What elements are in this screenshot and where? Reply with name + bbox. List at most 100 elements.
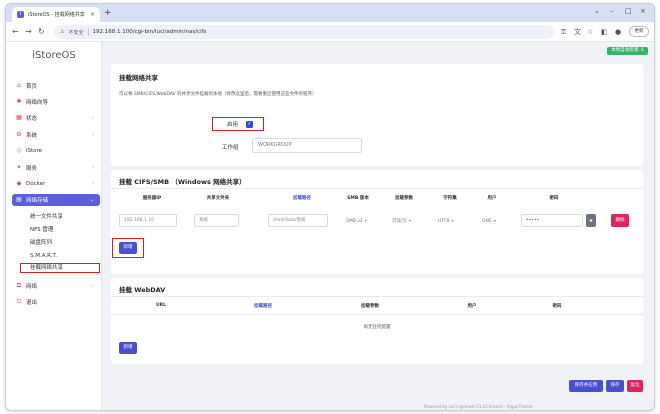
docker-icon: ◆ [16, 180, 22, 187]
col-share-folder: 共享文件夹 [206, 196, 230, 201]
page-description: 可以将 SMB/CIFS,WebDAV 的共享文件挂载到本地（修改这里后，需要重… [119, 92, 317, 97]
address-bar: ← → ↻ ⚠ 不安全 192.168.1.100/cgi-bin/luci/a… [6, 22, 654, 42]
footer-text: Powered by LuCI openwrt-21.02 branch · A… [424, 404, 533, 409]
chevron-down-icon: ▾ [409, 218, 412, 223]
cifs-card: 挂载 CIFS/SMB （Windows 网络共享） 服务器IP 共享文件夹 挂… [111, 170, 643, 274]
split-view-icon[interactable]: ◧ [601, 27, 608, 37]
status-icon: ▦ [16, 114, 22, 121]
sidebar-item-docker[interactable]: ◆ Docker › [12, 178, 100, 190]
sidebar-item-status[interactable]: ▦ 状态 › [12, 112, 100, 124]
tab-strip: i iStoreOS - 挂载网络共享 - LuCI × + ⌄ – □ × [6, 4, 654, 22]
server-ip-input[interactable]: 192.168.1.10 [119, 214, 177, 227]
favicon-icon: i [17, 11, 24, 18]
col-mount-params: 挂载参数 [395, 196, 413, 201]
share-settings-card: 挂载网络共享 可以将 SMB/CIFS,WebDAV 的共享文件挂载到本地（修改… [111, 64, 643, 166]
col-url: URL [156, 303, 166, 308]
forward-icon[interactable]: → [25, 26, 32, 38]
smb-version-select[interactable]: SMB v2 ▾ [346, 214, 367, 227]
col-user: 用户 [487, 196, 497, 201]
workgroup-label: 工作组 [222, 145, 239, 151]
workgroup-input[interactable]: WORKGROUP [252, 138, 362, 153]
col-mount-path[interactable]: 挂载路径 [282, 195, 322, 201]
chevron-down-icon: ▾ [451, 218, 454, 223]
enable-checkbox[interactable]: ✓ [246, 120, 254, 128]
webdav-empty-text: 尚无任何配置 [363, 325, 391, 330]
main-content: 本地自动检测: 6 挂载网络共享 可以将 SMB/CIFS,WebDAV 的共享… [102, 42, 654, 410]
istore-icon: ◇ [16, 147, 22, 154]
sidebar-sub-network-share[interactable]: 挂载网络共享 [20, 263, 100, 273]
new-tab-icon[interactable]: + [104, 7, 112, 19]
mount-params-select[interactable]: 可读/写 ▾ [392, 214, 411, 227]
back-icon[interactable]: ← [12, 26, 19, 38]
chevron-down-icon: ⌄ [89, 197, 94, 203]
col-charset: 字符集 [443, 196, 457, 201]
mount-path-input[interactable]: /mnt/data/系统 [268, 214, 328, 227]
chevron-right-icon: › [92, 283, 94, 289]
url-text: 192.168.1.100/cgi-bin/luci/admin/nas/cif… [92, 29, 207, 35]
sidebar-item-istore[interactable]: ◇ iStore [12, 145, 100, 157]
status-badge: 本地自动检测: 6 [607, 47, 648, 55]
chevron-right-icon: › [92, 132, 94, 138]
cifs-section-title: 挂载 CIFS/SMB （Windows 网络共享） [119, 178, 246, 186]
close-tab-icon[interactable]: × [90, 11, 95, 18]
chevron-down-icon: ▾ [493, 218, 496, 223]
sidebar: iStoreOS ⌂ 首页 ✱ 网络向导 ▦ 状态 › ⚙ 系统 › ◇ iSt… [6, 42, 102, 410]
sidebar-item-services[interactable]: ✦ 服务 › [12, 162, 100, 174]
user-input[interactable]: ONE ▾ [482, 214, 496, 227]
services-icon: ✦ [16, 164, 22, 171]
password-input[interactable]: ••••• [521, 214, 583, 227]
logout-icon: ⏻ [16, 298, 22, 305]
col-webdav-user: 用户 [467, 304, 477, 309]
enable-label: 启用 [227, 122, 239, 128]
page-title: 挂载网络共享 [119, 74, 158, 82]
sidebar-sub-nfs[interactable]: NFS 管理 [26, 225, 98, 235]
sidebar-item-wizard[interactable]: ✱ 网络向导 [12, 96, 100, 108]
sidebar-sub-raid[interactable]: 磁盘阵列 [26, 238, 98, 248]
minimize-icon[interactable]: – [610, 7, 614, 15]
webdav-card: 挂载 WebDAV URL 挂载路径 挂载参数 用户 密码 尚无任何配置 新增 [111, 278, 643, 364]
add-webdav-button[interactable]: 新增 [119, 342, 137, 354]
sidebar-item-system[interactable]: ⚙ 系统 › [12, 129, 100, 141]
chevron-down-icon: ▾ [364, 218, 367, 223]
update-button[interactable]: 更新 [629, 26, 649, 37]
sidebar-item-nas[interactable]: ▤ 网络存储 ⌄ [12, 194, 100, 206]
chevron-down-icon[interactable]: ⌄ [594, 7, 600, 15]
col-password: 密码 [549, 196, 559, 201]
browser-window: i iStoreOS - 挂载网络共享 - LuCI × + ⌄ – □ × ←… [5, 3, 655, 411]
sidebar-item-network[interactable]: ⧉ 网络 › [12, 280, 100, 292]
sidebar-sub-unified-share[interactable]: 统一文件共享 [26, 212, 98, 222]
url-box[interactable]: ⚠ 不安全 192.168.1.100/cgi-bin/luci/admin/n… [54, 25, 554, 39]
col-smb-version: SMB 版本 [347, 196, 369, 201]
warning-icon: ⚠ [60, 29, 65, 35]
browser-tab[interactable]: i iStoreOS - 挂载网络共享 - LuCI × [12, 7, 100, 22]
save-apply-button[interactable]: 保存并应用 [569, 380, 603, 392]
tab-title: iStoreOS - 挂载网络共享 - LuCI [28, 12, 86, 18]
enable-row: 启用 ✓ [212, 117, 264, 131]
sidebar-sub-smart[interactable]: S.M.A.R.T. [26, 251, 98, 261]
save-button[interactable]: 保存 [606, 380, 624, 392]
maximize-icon[interactable]: □ [625, 7, 632, 15]
col-webdav-mount-path[interactable]: 挂载路径 [243, 303, 283, 309]
reload-icon[interactable]: ↻ [38, 26, 45, 38]
chevron-right-icon: › [92, 115, 94, 121]
share-folder-input[interactable]: 系统 [194, 214, 239, 227]
network-icon: ⧉ [16, 282, 22, 289]
col-webdav-password: 密码 [552, 304, 562, 309]
home-icon: ⌂ [17, 82, 21, 89]
insecure-label: 不安全 [68, 29, 84, 36]
col-server-ip: 服务器IP [142, 196, 162, 201]
reset-button[interactable]: 复位 [627, 380, 643, 392]
sidebar-item-home[interactable]: ⌂ 首页 [12, 80, 100, 92]
key-icon[interactable]: ⚿ [561, 27, 566, 37]
chevron-right-icon: › [92, 181, 94, 187]
charset-select[interactable]: UTF8 ▾ [438, 214, 454, 227]
star-icon[interactable]: ☆ [587, 27, 593, 37]
delete-row-button[interactable]: 删除 [611, 214, 629, 227]
brand-logo: iStoreOS [32, 50, 76, 61]
profile-icon[interactable]: ● [615, 27, 621, 37]
sidebar-item-logout[interactable]: ⏻ 退出 [12, 296, 100, 308]
reveal-password-icon[interactable]: ✱ [586, 214, 596, 227]
close-window-icon[interactable]: × [640, 7, 646, 15]
add-cifs-button[interactable]: 新增 [119, 242, 137, 254]
translate-icon[interactable]: 文 [574, 27, 581, 37]
